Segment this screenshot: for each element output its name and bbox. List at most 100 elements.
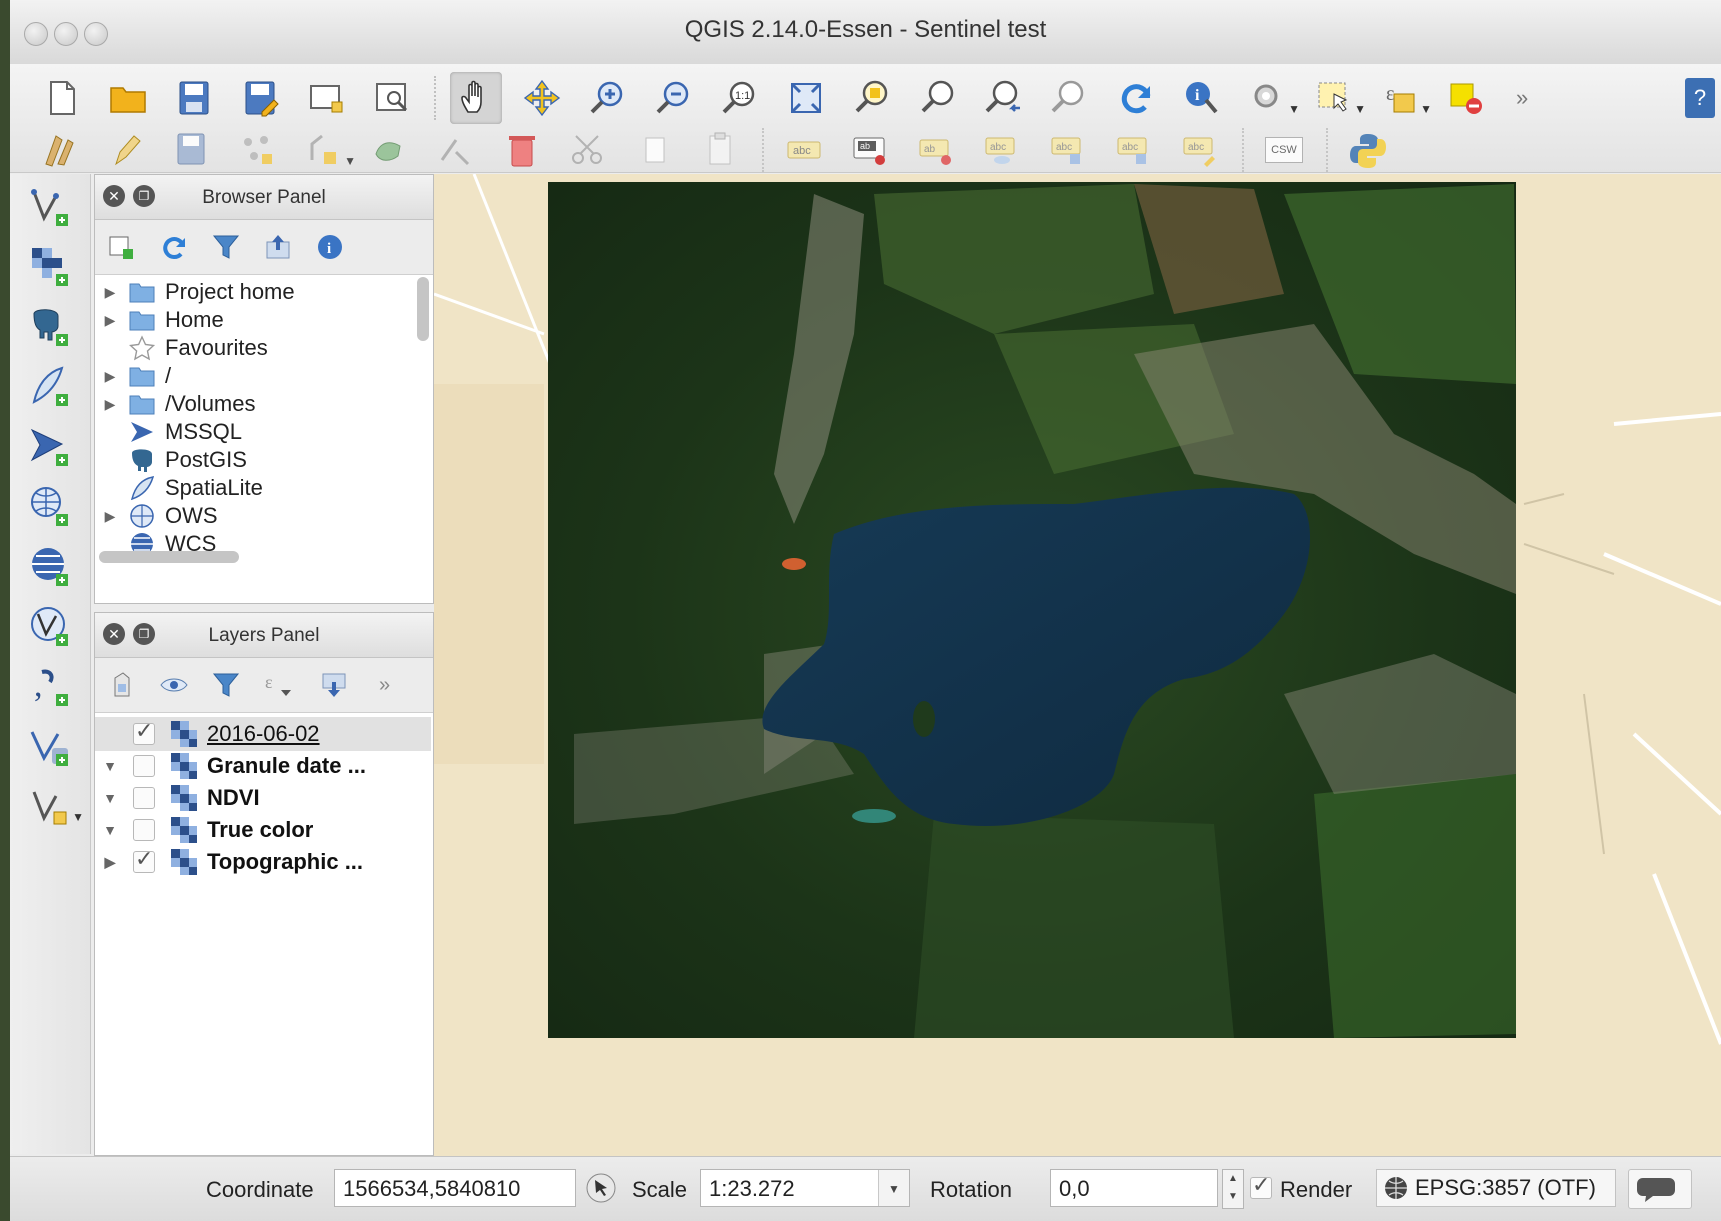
- coordinate-field[interactable]: 1566534,5840810: [334, 1169, 576, 1207]
- layer-visibility-checkbox[interactable]: [133, 819, 155, 841]
- browser-item-project-home[interactable]: ▶ Project home: [95, 277, 295, 307]
- scale-combobox[interactable]: 1:23.272 ▼: [700, 1169, 910, 1207]
- layer-row-2016-06-02[interactable]: 2016-06-02: [95, 717, 431, 751]
- new-print-composer-button[interactable]: [300, 72, 352, 124]
- zoom-in-button[interactable]: [582, 72, 634, 124]
- metasearch-csw-button[interactable]: CSW: [1258, 124, 1310, 176]
- properties-button[interactable]: i: [313, 230, 347, 264]
- browser-horizontal-scrollbar[interactable]: [99, 551, 239, 563]
- browser-item-postgis[interactable]: PostGIS: [95, 445, 247, 475]
- change-label-button[interactable]: abc: [1174, 124, 1226, 176]
- layer-row-ndvi[interactable]: ▼ NDVI: [95, 781, 431, 815]
- render-checkbox[interactable]: [1250, 1172, 1272, 1199]
- pan-to-selection-button[interactable]: [516, 72, 568, 124]
- copy-features-button[interactable]: [628, 124, 680, 176]
- add-feature-button[interactable]: [232, 124, 284, 176]
- chevron-down-icon[interactable]: ▼: [878, 1170, 909, 1206]
- help-icon[interactable]: ?: [1685, 78, 1715, 118]
- add-selected-layers-button[interactable]: [105, 230, 139, 264]
- filter-by-expression-button[interactable]: ε: [261, 668, 295, 702]
- identify-features-button[interactable]: i: [1176, 72, 1228, 124]
- open-project-button[interactable]: [102, 72, 154, 124]
- add-wcs-layer-button[interactable]: [28, 544, 74, 590]
- crs-status-button[interactable]: EPSG:3857 (OTF): [1376, 1169, 1616, 1207]
- deselect-all-button[interactable]: [1440, 72, 1492, 124]
- add-virtual-layer-button[interactable]: [28, 724, 74, 770]
- expand-all-button[interactable]: [317, 668, 351, 702]
- open-layer-styling-button[interactable]: [105, 668, 139, 702]
- expand-arrow-icon[interactable]: ▶: [95, 508, 125, 525]
- layer-visibility-checkbox[interactable]: [133, 718, 155, 745]
- toggle-editing-button[interactable]: [100, 124, 152, 176]
- browser-item-mssql[interactable]: MSSQL: [95, 417, 242, 447]
- rotation-spinbox[interactable]: 0,0: [1050, 1169, 1218, 1207]
- show-hide-labels-button[interactable]: abc: [976, 124, 1028, 176]
- layer-row-topographic[interactable]: ▶ Topographic ...: [95, 845, 431, 879]
- zoom-next-button[interactable]: [1044, 72, 1096, 124]
- zoom-to-layer-button[interactable]: [912, 72, 964, 124]
- browser-item-favourites[interactable]: Favourites: [95, 333, 268, 363]
- refresh-button[interactable]: [1110, 72, 1162, 124]
- cut-features-button[interactable]: [562, 124, 614, 176]
- browser-item-ows[interactable]: ▶ OWS: [95, 501, 218, 531]
- collapse-arrow-icon[interactable]: ▼: [95, 758, 125, 774]
- refresh-browser-button[interactable]: [157, 230, 191, 264]
- zoom-native-button[interactable]: 1:1: [714, 72, 766, 124]
- add-wms-layer-button[interactable]: [28, 484, 74, 530]
- zoom-to-selection-button[interactable]: [846, 72, 898, 124]
- select-by-expression-button[interactable]: ε ▼: [1374, 72, 1432, 124]
- expand-arrow-icon[interactable]: ▶: [95, 284, 125, 301]
- node-tool-button[interactable]: [364, 124, 416, 176]
- move-label-button[interactable]: abc: [1042, 124, 1094, 176]
- rotation-stepper[interactable]: ▲ ▼: [1222, 1169, 1244, 1209]
- zoom-out-button[interactable]: [648, 72, 700, 124]
- add-wfs-layer-button[interactable]: [28, 604, 74, 650]
- label-layer-button[interactable]: ab: [844, 124, 896, 176]
- expand-arrow-icon[interactable]: ▶: [95, 368, 125, 385]
- messages-button[interactable]: [1628, 1169, 1692, 1209]
- browser-item-volumes[interactable]: ▶ /Volumes: [95, 389, 256, 419]
- delete-selected-button[interactable]: [496, 124, 548, 176]
- python-console-button[interactable]: [1342, 124, 1394, 176]
- new-project-button[interactable]: [36, 72, 88, 124]
- add-vector-layer-button[interactable]: [28, 184, 74, 230]
- filter-legend-button[interactable]: [209, 668, 243, 702]
- zoom-full-button[interactable]: [780, 72, 832, 124]
- browser-vertical-scrollbar[interactable]: [417, 277, 429, 341]
- browser-item-root[interactable]: ▶ /: [95, 361, 172, 391]
- layer-row-granule-date[interactable]: ▼ Granule date ...: [95, 749, 431, 783]
- pin-labels-button[interactable]: ab: [910, 124, 962, 176]
- add-raster-layer-button[interactable]: [28, 244, 74, 290]
- toggle-extents-button[interactable]: [584, 1171, 618, 1205]
- collapse-all-button[interactable]: [261, 230, 295, 264]
- paste-features-button[interactable]: [694, 124, 746, 176]
- select-features-button[interactable]: ▼: [1308, 72, 1366, 124]
- add-delimited-text-layer-button[interactable]: ,: [28, 664, 74, 710]
- pan-map-button[interactable]: [450, 72, 502, 124]
- layer-labeling-button[interactable]: abc: [778, 124, 830, 176]
- save-project-button[interactable]: [168, 72, 220, 124]
- toolbar-overflow-icon[interactable]: »: [1516, 85, 1528, 111]
- add-spatialite-layer-button[interactable]: [28, 364, 74, 410]
- expand-arrow-icon[interactable]: ▶: [95, 396, 125, 413]
- manage-visibility-button[interactable]: [157, 668, 191, 702]
- vertex-tool-button[interactable]: [430, 124, 482, 176]
- layer-visibility-checkbox[interactable]: [133, 846, 155, 873]
- layer-visibility-checkbox[interactable]: [133, 755, 155, 777]
- map-canvas[interactable]: [434, 174, 1721, 1156]
- browser-item-spatialite[interactable]: SpatiaLite: [95, 473, 263, 503]
- move-feature-button[interactable]: ▼: [298, 124, 356, 176]
- panel-overflow-icon[interactable]: »: [379, 674, 390, 697]
- filter-browser-button[interactable]: [209, 230, 243, 264]
- rotate-label-button[interactable]: abc: [1108, 124, 1160, 176]
- save-as-button[interactable]: [234, 72, 286, 124]
- expand-arrow-icon[interactable]: ▶: [95, 854, 125, 871]
- add-mssql-layer-button[interactable]: [28, 424, 74, 470]
- collapse-arrow-icon[interactable]: ▼: [95, 822, 125, 838]
- layer-row-true-color[interactable]: ▼ True color: [95, 813, 431, 847]
- new-shapefile-layer-button[interactable]: ▼: [28, 784, 84, 830]
- zoom-last-button[interactable]: [978, 72, 1030, 124]
- composer-manager-button[interactable]: [366, 72, 418, 124]
- add-postgis-layer-button[interactable]: [28, 304, 74, 350]
- expand-arrow-icon[interactable]: ▶: [95, 312, 125, 329]
